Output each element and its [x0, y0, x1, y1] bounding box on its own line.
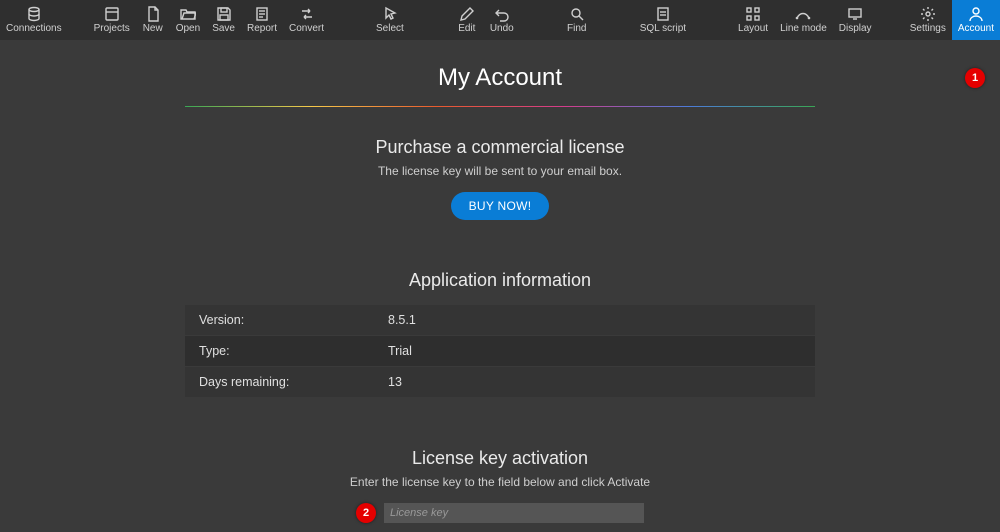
pencil-icon — [459, 6, 475, 22]
linemode-icon — [795, 6, 811, 22]
database-icon — [26, 6, 42, 22]
callout-2: 2 — [356, 503, 376, 523]
row-val: 13 — [374, 367, 815, 397]
save-button[interactable]: Save — [206, 0, 241, 40]
row-val: 8.5.1 — [374, 305, 815, 335]
license-note: Enter the license key to the field below… — [185, 475, 815, 489]
linemode-label: Line mode — [780, 24, 827, 34]
license-heading: License key activation — [185, 448, 815, 469]
search-icon — [569, 6, 585, 22]
row-key: Version: — [185, 305, 374, 335]
display-icon — [847, 6, 863, 22]
toolbar: Connections Projects New Open Sav — [0, 0, 1000, 40]
layout-label: Layout — [738, 24, 768, 34]
divider — [185, 106, 815, 107]
convert-button[interactable]: Convert — [283, 0, 330, 40]
report-button[interactable]: Report — [241, 0, 283, 40]
projects-icon — [104, 6, 120, 22]
pointer-icon — [382, 6, 398, 22]
account-label: Account — [958, 24, 994, 34]
file-icon — [145, 6, 161, 22]
row-key: Days remaining: — [185, 367, 374, 397]
undo-button[interactable]: Undo — [484, 0, 520, 40]
license-key-input[interactable] — [384, 503, 644, 523]
user-icon — [968, 6, 984, 22]
table-row: Version: 8.5.1 — [185, 305, 815, 336]
new-button[interactable]: New — [136, 0, 170, 40]
convert-icon — [299, 6, 315, 22]
layout-icon — [745, 6, 761, 22]
find-button[interactable]: Find — [560, 0, 594, 40]
table-row: Days remaining: 13 — [185, 367, 815, 398]
new-label: New — [143, 24, 163, 34]
linemode-button[interactable]: Line mode — [774, 0, 833, 40]
page-area: 1 My Account Purchase a commercial licen… — [0, 40, 1000, 532]
appinfo-heading: Application information — [185, 270, 815, 291]
open-button[interactable]: Open — [170, 0, 206, 40]
buy-button[interactable]: BUY NOW! — [451, 192, 550, 220]
layout-button[interactable]: Layout — [732, 0, 774, 40]
edit-label: Edit — [458, 24, 475, 34]
sql-label: SQL script — [640, 24, 686, 34]
report-label: Report — [247, 24, 277, 34]
purchase-heading: Purchase a commercial license — [185, 137, 815, 158]
save-icon — [216, 6, 232, 22]
undo-icon — [494, 6, 510, 22]
gear-icon — [920, 6, 936, 22]
settings-label: Settings — [910, 24, 946, 34]
folder-open-icon — [180, 6, 196, 22]
row-val: Trial — [374, 336, 815, 366]
connections-button[interactable]: Connections — [0, 0, 68, 40]
callout-1: 1 — [965, 68, 985, 88]
sql-button[interactable]: SQL script — [634, 0, 692, 40]
display-button[interactable]: Display — [833, 0, 878, 40]
appinfo-table: Version: 8.5.1 Type: Trial Days remainin… — [185, 305, 815, 398]
convert-label: Convert — [289, 24, 324, 34]
report-icon — [254, 6, 270, 22]
content: My Account Purchase a commercial license… — [185, 40, 815, 532]
display-label: Display — [839, 24, 872, 34]
script-icon — [655, 6, 671, 22]
account-button[interactable]: Account — [952, 0, 1000, 40]
page-title: My Account — [185, 64, 815, 92]
open-label: Open — [176, 24, 200, 34]
save-label: Save — [212, 24, 235, 34]
projects-button[interactable]: Projects — [88, 0, 136, 40]
settings-button[interactable]: Settings — [904, 0, 952, 40]
purchase-note: The license key will be sent to your ema… — [185, 164, 815, 178]
connections-label: Connections — [6, 24, 62, 34]
table-row: Type: Trial — [185, 336, 815, 367]
projects-label: Projects — [94, 24, 130, 34]
find-label: Find — [567, 24, 586, 34]
undo-label: Undo — [490, 24, 514, 34]
select-button[interactable]: Select — [370, 0, 410, 40]
select-label: Select — [376, 24, 404, 34]
edit-button[interactable]: Edit — [450, 0, 484, 40]
row-key: Type: — [185, 336, 374, 366]
